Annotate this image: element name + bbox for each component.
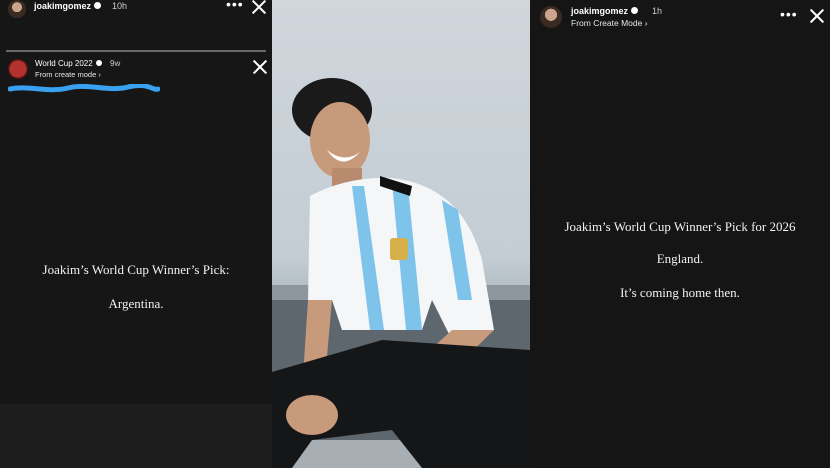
- verified-badge-icon: [94, 2, 102, 10]
- story-progress-bar: [6, 50, 266, 52]
- username-label: joakimgomez: [34, 1, 92, 11]
- photo-panel: [272, 0, 530, 468]
- more-dots-icon[interactable]: •••: [780, 6, 798, 22]
- post-time: 10h: [112, 1, 128, 11]
- username-label: joakimgomez: [571, 6, 629, 16]
- story-text-line-2: England.: [656, 251, 704, 266]
- username[interactable]: joakimgomez: [34, 1, 102, 11]
- story-text-line-1: Joakim’s World Cup Winner’s Pick:: [42, 262, 230, 277]
- story-text-line-3: It’s coming home then.: [620, 285, 740, 300]
- left-story-panel: joakimgomez 10h ••• World Cup 2022 9w Fr…: [0, 0, 272, 468]
- story-text-line-2: Argentina.: [108, 296, 164, 311]
- inner-close-icon[interactable]: [253, 60, 267, 74]
- avatar[interactable]: [540, 6, 562, 28]
- username[interactable]: joakimgomez: [571, 6, 639, 16]
- verified-badge-icon: [631, 7, 639, 15]
- right-story-panel: joakimgomez 1h From Create Mode › ••• Jo…: [530, 0, 830, 468]
- photo-illustration: [272, 78, 530, 468]
- story-text-line-1: Joakim’s World Cup Winner’s Pick for 202…: [564, 219, 796, 234]
- reply-bar[interactable]: [0, 404, 272, 468]
- world-cup-avatar[interactable]: [8, 59, 28, 79]
- avatar[interactable]: [8, 0, 26, 18]
- close-icon[interactable]: [810, 9, 824, 23]
- inner-subtitle[interactable]: From create mode ›: [35, 70, 101, 79]
- verified-badge-icon: [95, 59, 102, 66]
- redaction-scribble: [8, 84, 160, 93]
- close-icon[interactable]: [252, 0, 266, 14]
- inner-account-label: World Cup 2022: [35, 59, 93, 68]
- inner-post-time: 9w: [110, 59, 121, 68]
- post-time: 1h: [652, 6, 663, 16]
- create-mode-subtitle[interactable]: From Create Mode ›: [571, 18, 648, 28]
- inner-account[interactable]: World Cup 2022: [35, 59, 102, 68]
- more-dots-icon[interactable]: •••: [226, 0, 244, 12]
